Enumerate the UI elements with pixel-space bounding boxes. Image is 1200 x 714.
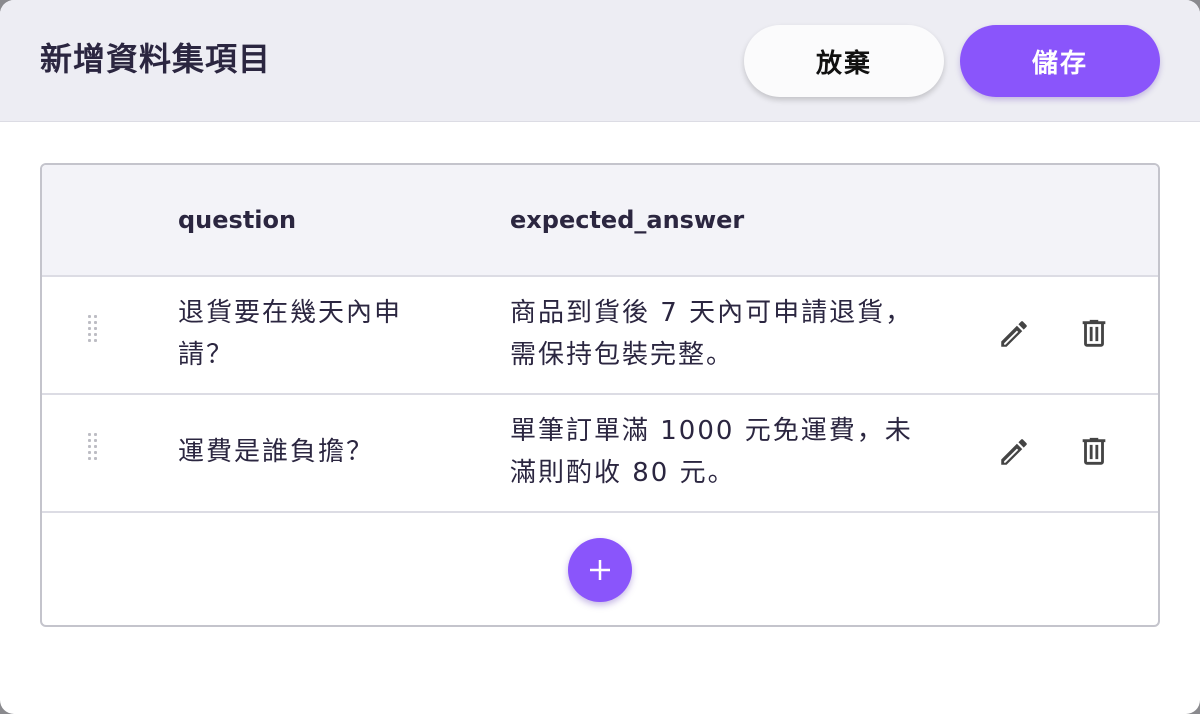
- table-row: 退貨要在幾天內申 請？ 商品到貨後 7 天內可申請退貨， 需保持包裝完整。: [42, 277, 1158, 395]
- answer-line: 單筆訂單滿 1000 元免運費，未: [510, 416, 913, 446]
- table-row: 運費是誰負擔？ 單筆訂單滿 1000 元免運費，未 滿則酌收 80 元。: [42, 395, 1158, 513]
- question-line: 退貨要在幾天內申: [178, 298, 403, 328]
- table-header: question expected_answer: [42, 165, 1158, 277]
- answer-line: 滿則酌收 80 元。: [510, 458, 736, 488]
- dataset-item-dialog: 新增資料集項目 放棄 儲存 question expected_answer 退…: [0, 0, 1200, 714]
- question-line: 運費是誰負擔？: [178, 437, 375, 467]
- expected-answer-cell: 商品到貨後 7 天內可申請退貨， 需保持包裝完整。: [510, 292, 930, 376]
- question-cell: 運費是誰負擔？: [178, 431, 438, 473]
- question-cell: 退貨要在幾天內申 請？: [178, 292, 438, 376]
- save-button[interactable]: 儲存: [960, 25, 1160, 97]
- pencil-icon: [1001, 439, 1027, 465]
- question-line: 請？: [178, 340, 235, 370]
- drag-handle-icon[interactable]: [88, 315, 102, 347]
- column-header-expected-answer: expected_answer: [510, 206, 745, 234]
- delete-row-button[interactable]: [1074, 432, 1114, 472]
- delete-row-button[interactable]: [1074, 314, 1114, 354]
- trash-icon: [1082, 319, 1106, 347]
- dialog-title: 新增資料集項目: [40, 40, 272, 78]
- trash-icon: [1082, 437, 1106, 465]
- add-row-area: [42, 513, 1158, 625]
- answer-line: 需保持包裝完整。: [510, 340, 735, 370]
- add-row-button[interactable]: [568, 538, 632, 602]
- discard-button[interactable]: 放棄: [744, 25, 944, 97]
- edit-row-button[interactable]: [994, 432, 1034, 472]
- plus-icon: [590, 560, 610, 580]
- column-header-question: question: [178, 206, 297, 234]
- pencil-icon: [1001, 321, 1027, 347]
- expected-answer-cell: 單筆訂單滿 1000 元免運費，未 滿則酌收 80 元。: [510, 410, 930, 494]
- dialog-header: 新增資料集項目 放棄 儲存: [0, 0, 1200, 122]
- answer-line: 商品到貨後 7 天內可申請退貨，: [510, 298, 914, 328]
- edit-row-button[interactable]: [994, 314, 1034, 354]
- drag-handle-icon[interactable]: [88, 433, 102, 465]
- dataset-table: question expected_answer 退貨要在幾天內申 請？ 商品到…: [40, 163, 1160, 627]
